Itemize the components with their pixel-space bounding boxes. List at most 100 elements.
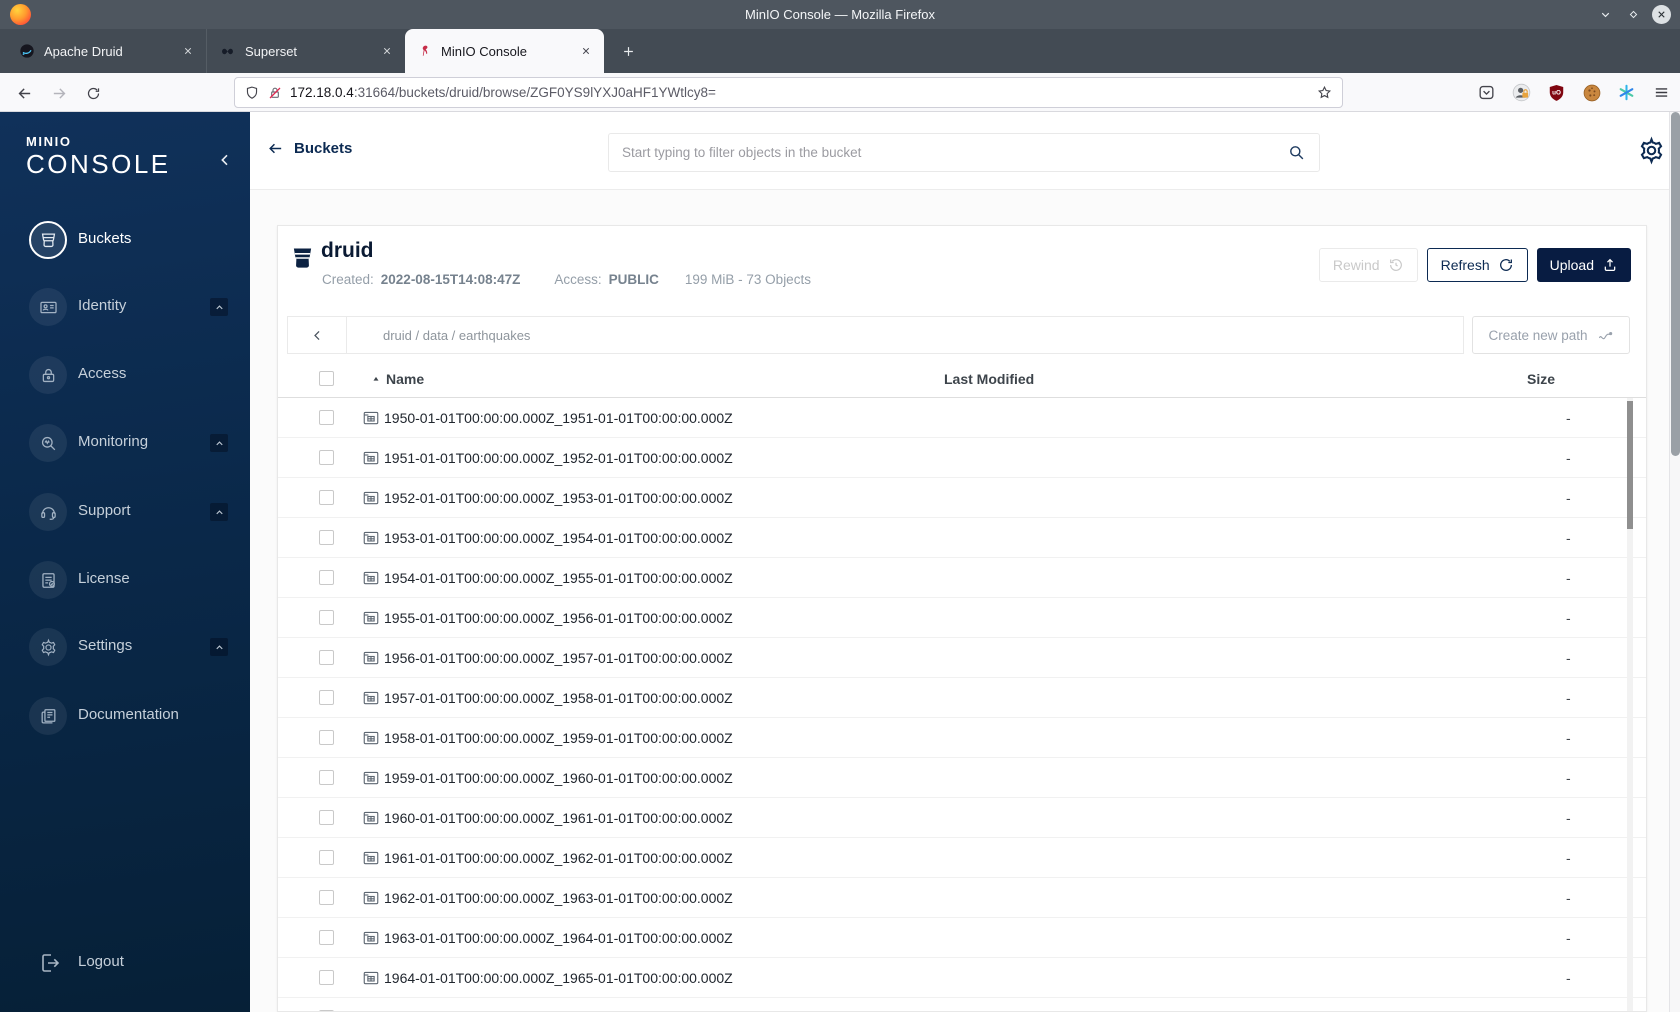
- back-to-buckets-link[interactable]: Buckets: [267, 140, 352, 157]
- row-checkbox[interactable]: [319, 450, 334, 465]
- row-checkbox[interactable]: [319, 530, 334, 545]
- back-button[interactable]: [9, 78, 39, 108]
- table-row[interactable]: 1959-01-01T00:00:00.000Z_1960-01-01T00:0…: [278, 758, 1646, 798]
- tab-label: Apache Druid: [44, 43, 123, 59]
- tab-close-icon[interactable]: [178, 42, 197, 61]
- path-back-chevron-icon[interactable]: [288, 317, 347, 353]
- window-maximize-button[interactable]: [1624, 6, 1642, 24]
- row-checkbox[interactable]: [319, 810, 334, 825]
- object-size: -: [1566, 410, 1571, 426]
- column-header-last-modified[interactable]: Last Modified: [944, 371, 1034, 387]
- row-checkbox[interactable]: [319, 690, 334, 705]
- window-minimize-button[interactable]: [1596, 6, 1614, 24]
- table-row[interactable]: 1954-01-01T00:00:00.000Z_1955-01-01T00:0…: [278, 558, 1646, 598]
- privacy-avatar-icon[interactable]: [1511, 82, 1532, 103]
- row-checkbox[interactable]: [319, 970, 334, 985]
- table-row[interactable]: 1952-01-01T00:00:00.000Z_1953-01-01T00:0…: [278, 478, 1646, 518]
- table-row[interactable]: 1951-01-01T00:00:00.000Z_1952-01-01T00:0…: [278, 438, 1646, 478]
- table-row[interactable]: 1950-01-01T00:00:00.000Z_1951-01-01T00:0…: [278, 398, 1646, 438]
- refresh-button[interactable]: Refresh: [1426, 248, 1528, 282]
- browser-scrollbar-thumb[interactable]: [1671, 112, 1680, 456]
- new-tab-button[interactable]: [612, 29, 644, 73]
- row-checkbox[interactable]: [319, 890, 334, 905]
- url-bar[interactable]: 172.18.0.4:31664/buckets/druid/browse/ZG…: [234, 77, 1343, 108]
- tab-apache-druid[interactable]: Apache Druid: [7, 29, 206, 73]
- object-size: -: [1566, 890, 1571, 906]
- chevron-up-icon[interactable]: [210, 298, 228, 316]
- insecure-lock-icon[interactable]: [267, 85, 283, 101]
- table-row[interactable]: 1965-01-01T00:00:00.000Z_1966-01-01T00:0…: [278, 998, 1646, 1011]
- row-checkbox[interactable]: [319, 610, 334, 625]
- row-checkbox[interactable]: [319, 570, 334, 585]
- row-checkbox[interactable]: [319, 770, 334, 785]
- page-header: Buckets: [250, 112, 1680, 190]
- row-checkbox[interactable]: [319, 410, 334, 425]
- create-new-path-button[interactable]: Create new path: [1472, 316, 1630, 354]
- table-row[interactable]: 1964-01-01T00:00:00.000Z_1965-01-01T00:0…: [278, 958, 1646, 998]
- column-header-size[interactable]: Size: [1527, 371, 1555, 387]
- cookie-icon[interactable]: [1581, 82, 1602, 103]
- chevron-up-icon[interactable]: [210, 434, 228, 452]
- settings-gear-icon[interactable]: [1637, 136, 1666, 165]
- table-row[interactable]: 1955-01-01T00:00:00.000Z_1956-01-01T00:0…: [278, 598, 1646, 638]
- table-row[interactable]: 1962-01-01T00:00:00.000Z_1963-01-01T00:0…: [278, 878, 1646, 918]
- table-row[interactable]: 1963-01-01T00:00:00.000Z_1964-01-01T00:0…: [278, 918, 1646, 958]
- minio-favicon: [422, 45, 428, 56]
- table-row[interactable]: 1960-01-01T00:00:00.000Z_1961-01-01T00:0…: [278, 798, 1646, 838]
- folder-icon: [362, 809, 380, 827]
- select-all-checkbox[interactable]: [319, 371, 334, 386]
- sidebar-item-support[interactable]: Support: [0, 490, 250, 534]
- ublock-icon[interactable]: uO: [1546, 82, 1567, 103]
- row-checkbox[interactable]: [319, 730, 334, 745]
- row-checkbox[interactable]: [319, 650, 334, 665]
- bookmark-star-icon[interactable]: [1316, 84, 1333, 101]
- sidebar-item-logout[interactable]: Logout: [0, 941, 250, 985]
- table-scrollbar-thumb[interactable]: [1627, 401, 1633, 529]
- browser-scrollbar[interactable]: [1669, 112, 1680, 1012]
- minio-console-page: MINIO CONSOLE Buckets Identity Access Mo…: [0, 112, 1680, 1012]
- pocket-icon[interactable]: [1476, 82, 1497, 103]
- sidebar-item-access[interactable]: Access: [0, 353, 250, 397]
- tab-close-icon[interactable]: [576, 42, 595, 61]
- table-scrollbar[interactable]: [1627, 398, 1633, 1011]
- documentation-pages-icon: [29, 697, 67, 735]
- sidebar-item-label: Logout: [78, 953, 124, 970]
- sort-ascending-icon[interactable]: [371, 374, 381, 384]
- chevron-up-icon[interactable]: [210, 638, 228, 656]
- hamburger-menu-icon[interactable]: [1651, 82, 1672, 103]
- row-checkbox[interactable]: [319, 930, 334, 945]
- row-checkbox[interactable]: [319, 1010, 334, 1011]
- tab-minio-console[interactable]: MinIO Console: [405, 29, 604, 73]
- url-text[interactable]: 172.18.0.4:31664/buckets/druid/browse/ZG…: [290, 85, 1309, 100]
- row-checkbox[interactable]: [319, 850, 334, 865]
- tab-close-icon[interactable]: [377, 42, 396, 61]
- container-asterisk-icon[interactable]: [1616, 82, 1637, 103]
- main-content: Buckets druid Created:: [250, 112, 1680, 1012]
- search-input[interactable]: [622, 145, 1279, 160]
- sidebar-collapse-icon[interactable]: [217, 152, 233, 168]
- row-checkbox[interactable]: [319, 490, 334, 505]
- table-row[interactable]: 1957-01-01T00:00:00.000Z_1958-01-01T00:0…: [278, 678, 1646, 718]
- sidebar-item-settings[interactable]: Settings: [0, 625, 250, 669]
- folder-icon: [362, 769, 380, 787]
- sidebar-item-monitoring[interactable]: Monitoring: [0, 421, 250, 465]
- sidebar-item-license[interactable]: License: [0, 558, 250, 602]
- column-header-name[interactable]: Name: [386, 371, 424, 387]
- search-icon[interactable]: [1287, 143, 1306, 162]
- rewind-button[interactable]: Rewind: [1318, 248, 1418, 282]
- sidebar-item-documentation[interactable]: Documentation: [0, 694, 250, 738]
- tracking-shield-icon[interactable]: [244, 85, 260, 101]
- sidebar-item-identity[interactable]: Identity: [0, 285, 250, 329]
- chevron-up-icon[interactable]: [210, 503, 228, 521]
- forward-button[interactable]: [44, 78, 74, 108]
- bucket-icon: [29, 221, 67, 259]
- reload-button[interactable]: [78, 78, 108, 108]
- sidebar-item-buckets[interactable]: Buckets: [0, 218, 250, 262]
- table-row[interactable]: 1956-01-01T00:00:00.000Z_1957-01-01T00:0…: [278, 638, 1646, 678]
- table-row[interactable]: 1958-01-01T00:00:00.000Z_1959-01-01T00:0…: [278, 718, 1646, 758]
- table-row[interactable]: 1961-01-01T00:00:00.000Z_1962-01-01T00:0…: [278, 838, 1646, 878]
- window-close-button[interactable]: [1652, 5, 1671, 24]
- upload-button[interactable]: Upload: [1536, 248, 1631, 282]
- table-row[interactable]: 1953-01-01T00:00:00.000Z_1954-01-01T00:0…: [278, 518, 1646, 558]
- tab-superset[interactable]: Superset: [206, 29, 405, 73]
